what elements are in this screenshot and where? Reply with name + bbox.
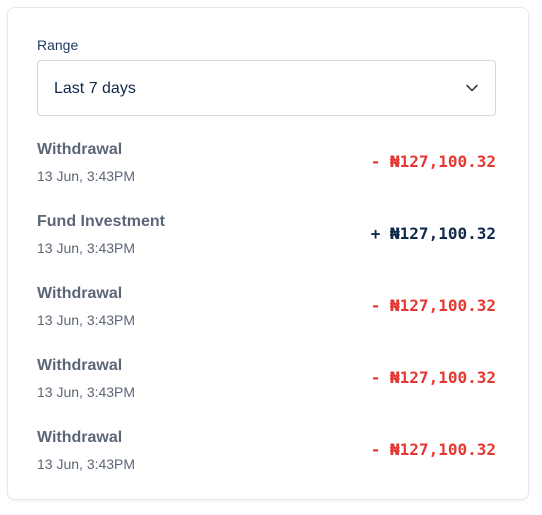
transaction-title: Withdrawal xyxy=(37,141,123,158)
transaction-row[interactable]: Withdrawal 13 Jun, 3:43PM - ₦127,100.32 xyxy=(37,141,496,191)
transaction-date: 13 Jun, 3:43PM xyxy=(37,312,136,328)
transaction-amount: - ₦127,100.32 xyxy=(370,296,496,315)
range-label: Range xyxy=(37,37,79,53)
transactions-card: Range Last 7 days Withdrawal 13 Jun, 3:4… xyxy=(7,7,529,500)
range-select[interactable]: Last 7 days xyxy=(37,60,496,116)
transaction-title: Withdrawal xyxy=(37,285,123,302)
range-select-value: Last 7 days xyxy=(54,80,136,97)
transaction-date: 13 Jun, 3:43PM xyxy=(37,456,136,472)
transaction-row[interactable]: Withdrawal 13 Jun, 3:43PM - ₦127,100.32 xyxy=(37,357,496,407)
transaction-row[interactable]: Withdrawal 13 Jun, 3:43PM - ₦127,100.32 xyxy=(37,285,496,335)
transaction-row[interactable]: Fund Investment 13 Jun, 3:43PM + ₦127,10… xyxy=(37,213,496,263)
transaction-amount: - ₦127,100.32 xyxy=(370,368,496,387)
chevron-down-icon xyxy=(466,84,478,92)
transaction-row[interactable]: Withdrawal 13 Jun, 3:43PM - ₦127,100.32 xyxy=(37,429,496,479)
transaction-date: 13 Jun, 3:43PM xyxy=(37,168,136,184)
transaction-date: 13 Jun, 3:43PM xyxy=(37,384,136,400)
transaction-amount: - ₦127,100.32 xyxy=(370,152,496,171)
transaction-date: 13 Jun, 3:43PM xyxy=(37,240,136,256)
transaction-title: Withdrawal xyxy=(37,357,123,374)
transaction-title: Fund Investment xyxy=(37,213,166,230)
transaction-amount: + ₦127,100.32 xyxy=(370,224,496,243)
transaction-amount: - ₦127,100.32 xyxy=(370,440,496,459)
transaction-title: Withdrawal xyxy=(37,429,123,446)
